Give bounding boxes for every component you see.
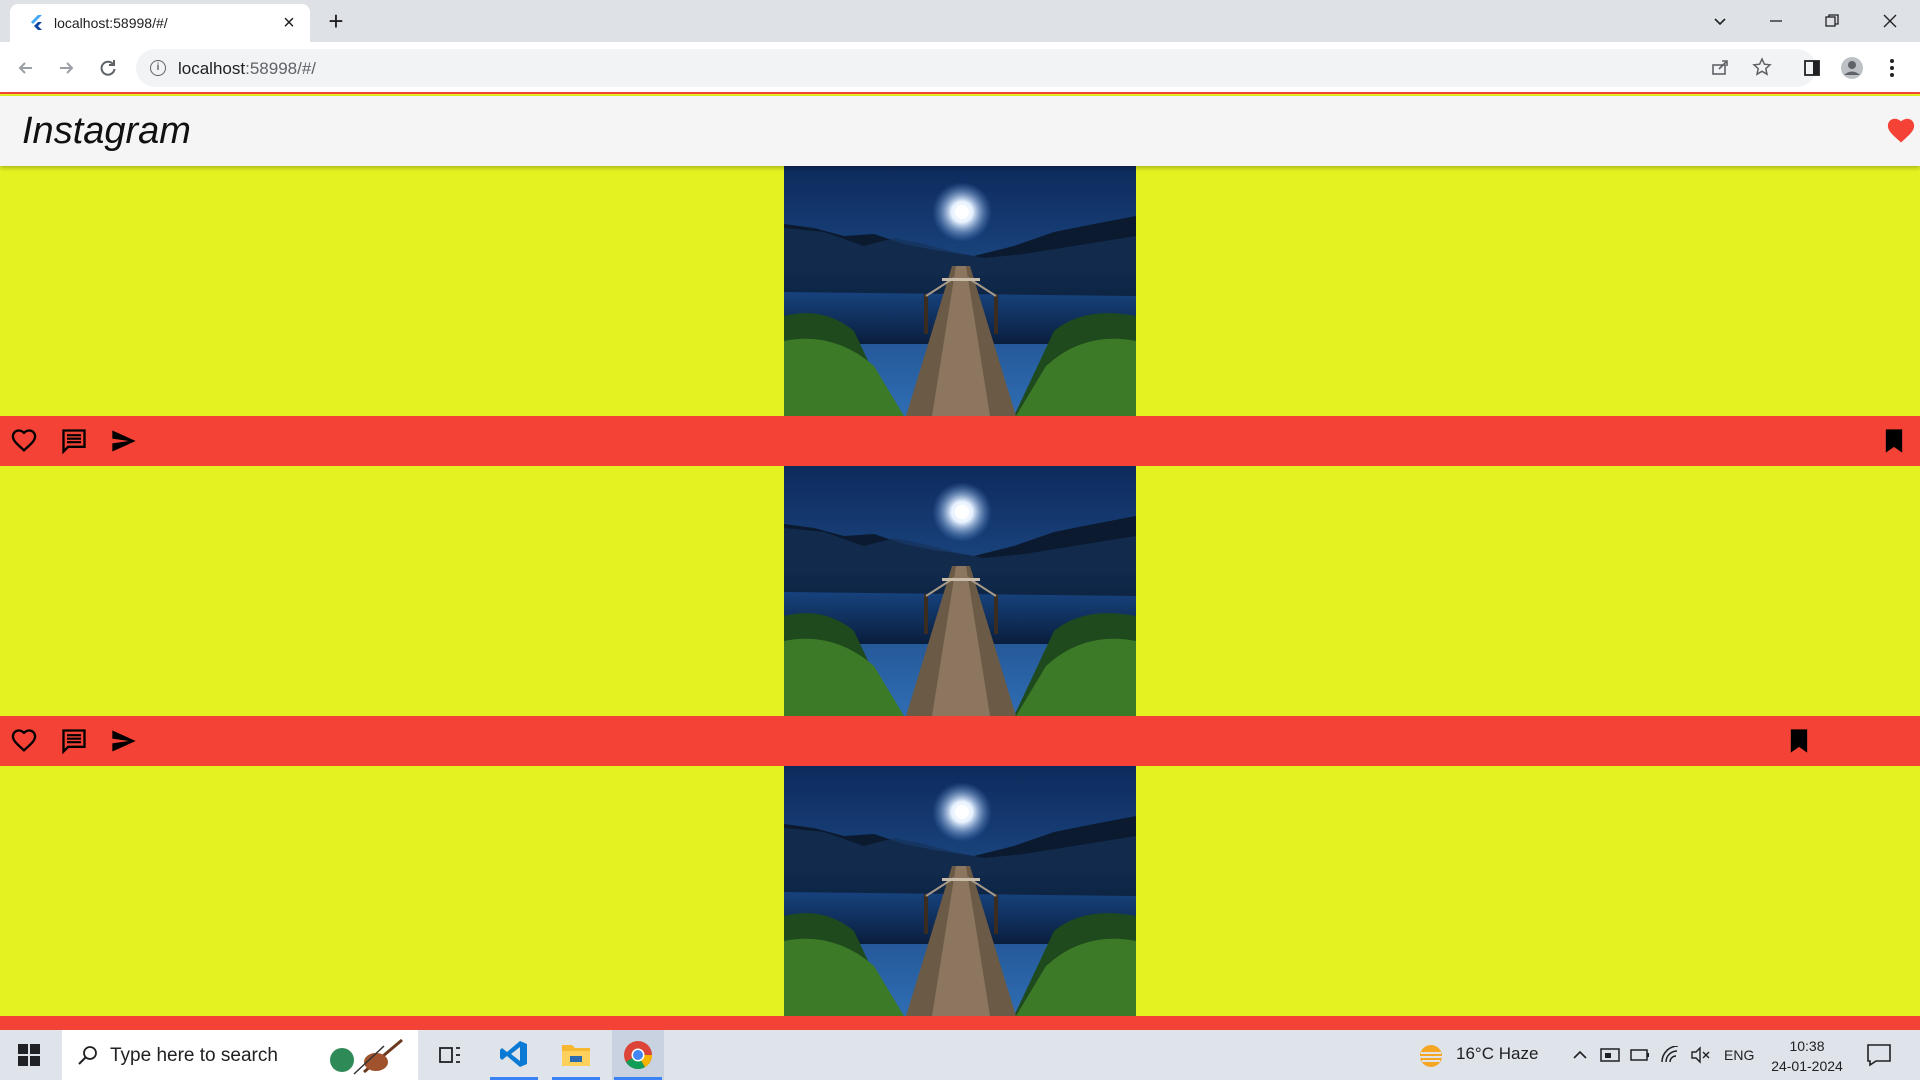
close-tab-icon[interactable]: × — [278, 12, 300, 34]
browser-toolbar: i localhost:58998/#/ — [0, 42, 1920, 94]
task-view-icon[interactable] — [424, 1030, 476, 1080]
side-panel-icon[interactable] — [1798, 54, 1826, 82]
share-icon[interactable] — [110, 727, 138, 755]
post-media — [0, 466, 1920, 716]
site-info-icon[interactable]: i — [150, 60, 166, 76]
language-indicator[interactable]: ENG — [1724, 1047, 1754, 1063]
profile-avatar-icon[interactable] — [1838, 54, 1866, 82]
flutter-icon — [31, 15, 42, 30]
forward-icon[interactable] — [52, 54, 80, 82]
post-media — [0, 166, 1920, 416]
comment-icon[interactable] — [60, 727, 88, 755]
browser-tab[interactable]: localhost:58998/#/ × — [10, 4, 310, 42]
url-text: localhost:58998/#/ — [178, 59, 317, 78]
clock-time: 10:38 — [1789, 1038, 1825, 1054]
battery-icon[interactable] — [1630, 1048, 1650, 1062]
close-window-icon[interactable] — [1870, 6, 1910, 36]
address-bar[interactable]: i localhost:58998/#/ — [136, 49, 1816, 87]
vscode-app-icon[interactable] — [488, 1030, 540, 1080]
like-icon[interactable] — [10, 727, 38, 755]
chrome-app-icon[interactable] — [612, 1030, 664, 1080]
reload-icon[interactable] — [94, 54, 122, 82]
post-media — [0, 766, 1920, 1016]
chevron-up-icon[interactable] — [1572, 1047, 1588, 1063]
new-tab-button[interactable]: + — [322, 8, 350, 36]
post-action-bar — [0, 416, 1920, 466]
taskbar-search-input[interactable]: Type here to search — [62, 1030, 418, 1080]
bookmark-star-icon[interactable] — [1748, 53, 1776, 81]
bookmark-icon[interactable] — [1880, 427, 1908, 455]
volume-muted-icon[interactable] — [1690, 1046, 1710, 1064]
wifi-icon[interactable] — [1660, 1046, 1680, 1064]
search-highlight-illustration-icon — [330, 1038, 403, 1075]
like-icon[interactable] — [10, 427, 38, 455]
meet-now-icon[interactable] — [1600, 1046, 1620, 1064]
app-title: Instagram — [22, 110, 191, 152]
heart-icon[interactable] — [1886, 116, 1916, 144]
post-action-bar — [0, 716, 1920, 766]
weather-text[interactable]: 16°C Haze — [1456, 1044, 1538, 1064]
lake-pier-moon-photo[interactable] — [784, 766, 1136, 1016]
share-page-icon[interactable] — [1706, 53, 1734, 81]
lake-pier-moon-photo[interactable] — [784, 466, 1136, 716]
post — [0, 766, 1920, 1030]
system-clock[interactable]: 10:38 24-01-2024 — [1764, 1036, 1850, 1076]
clock-date: 24-01-2024 — [1771, 1058, 1843, 1074]
minimize-icon[interactable] — [1756, 6, 1796, 36]
post — [0, 166, 1920, 466]
file-explorer-icon[interactable] — [550, 1030, 602, 1080]
comment-icon[interactable] — [60, 427, 88, 455]
back-icon[interactable] — [12, 54, 40, 82]
search-icon — [78, 1046, 97, 1065]
search-placeholder: Type here to search — [110, 1045, 278, 1066]
post-action-bar — [0, 1016, 1920, 1030]
browser-tabstrip: localhost:58998/#/ × + — [0, 0, 1920, 42]
notification-center-icon[interactable] — [1866, 1043, 1892, 1067]
share-icon[interactable] — [110, 427, 138, 455]
lake-pier-moon-photo[interactable] — [784, 166, 1136, 416]
restore-icon[interactable] — [1812, 6, 1852, 36]
app-bar: Instagram — [0, 96, 1920, 166]
weather-haze-icon[interactable] — [1418, 1043, 1444, 1069]
menu-kebab-icon[interactable] — [1878, 54, 1906, 82]
post — [0, 466, 1920, 766]
windows-start-icon[interactable] — [18, 1044, 40, 1066]
os-taskbar: Type here to search 16°C Haze ENG 10:38 … — [0, 1030, 1920, 1080]
post-feed — [0, 166, 1920, 1030]
tab-title: localhost:58998/#/ — [54, 15, 168, 31]
bookmark-icon[interactable] — [1785, 727, 1813, 755]
tab-search-icon[interactable] — [1700, 6, 1740, 36]
